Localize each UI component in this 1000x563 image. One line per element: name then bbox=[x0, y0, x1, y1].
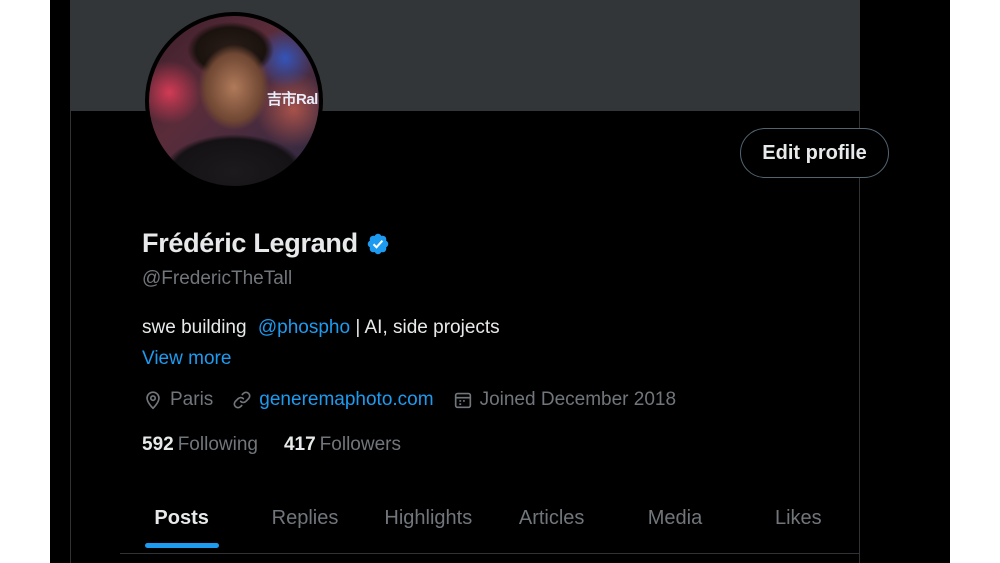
tab-label: Highlights bbox=[384, 506, 473, 529]
avatar[interactable]: 吉市Ral bbox=[145, 12, 323, 190]
followers-stat[interactable]: 417 Followers bbox=[284, 434, 401, 456]
website-item: generemaphoto.com bbox=[231, 389, 434, 411]
bio-mention-link[interactable]: @phospho bbox=[258, 317, 350, 338]
link-icon bbox=[233, 391, 251, 409]
tab-label: Articles bbox=[518, 506, 585, 529]
profile-meta: Paris generemaphoto.com Joined December … bbox=[142, 389, 694, 411]
tab-likes[interactable]: Likes bbox=[737, 494, 860, 542]
active-tab-indicator bbox=[144, 543, 219, 548]
location-pin-icon bbox=[146, 391, 160, 410]
joined-text: Joined December 2018 bbox=[479, 389, 677, 410]
tab-label: Replies bbox=[271, 506, 339, 529]
tab-media[interactable]: Media bbox=[613, 494, 736, 542]
bio-rest: | AI, side projects bbox=[355, 317, 500, 338]
tab-highlights[interactable]: Highlights bbox=[367, 494, 490, 542]
tab-articles[interactable]: Articles bbox=[490, 494, 613, 542]
following-label: Following bbox=[177, 434, 258, 455]
bio: swe building @phospho | AI, side project… bbox=[142, 317, 500, 339]
following-stat[interactable]: 592 Following bbox=[142, 434, 258, 456]
display-name: Frédéric Legrand bbox=[142, 228, 358, 258]
tab-label: Posts bbox=[154, 506, 209, 529]
joined-item: Joined December 2018 bbox=[452, 389, 676, 411]
verified-badge-icon[interactable] bbox=[366, 232, 390, 256]
profile-tabs: Posts Replies Highlights Articles Media … bbox=[120, 494, 860, 554]
profile-handle: @FredericTheTall bbox=[142, 268, 293, 289]
tab-label: Likes bbox=[774, 506, 822, 529]
tabs-divider bbox=[120, 553, 860, 554]
tab-replies[interactable]: Replies bbox=[243, 494, 366, 542]
view-more-link[interactable]: View more bbox=[142, 348, 231, 370]
calendar-icon bbox=[454, 392, 471, 409]
tab-posts[interactable]: Posts bbox=[120, 494, 243, 548]
location-text: Paris bbox=[170, 389, 214, 410]
name-row: Frédéric Legrand bbox=[142, 228, 390, 259]
following-count: 592 bbox=[142, 434, 174, 455]
tab-label: Media bbox=[647, 506, 703, 529]
followers-count: 417 bbox=[283, 434, 316, 455]
website-link[interactable]: generemaphoto.com bbox=[259, 389, 433, 411]
location-item: Paris bbox=[142, 389, 213, 411]
follow-stats: 592 Following 417 Followers bbox=[142, 434, 427, 456]
bio-text: swe building bbox=[142, 317, 247, 338]
followers-label: Followers bbox=[319, 434, 401, 455]
avatar-sign-text: 吉市Ral bbox=[267, 91, 318, 108]
edit-profile-button[interactable]: Edit profile bbox=[740, 128, 889, 178]
